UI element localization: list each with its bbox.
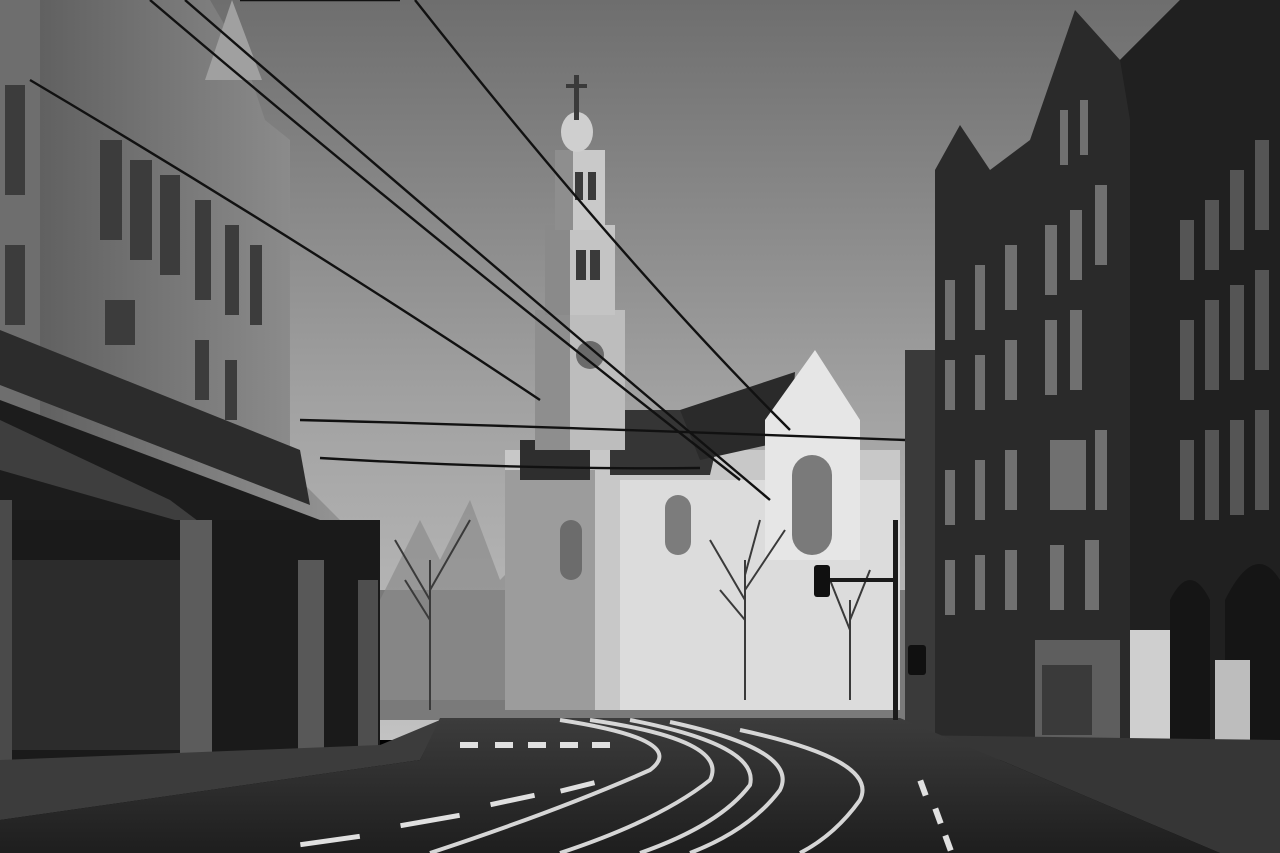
street-photo	[0, 0, 1280, 853]
